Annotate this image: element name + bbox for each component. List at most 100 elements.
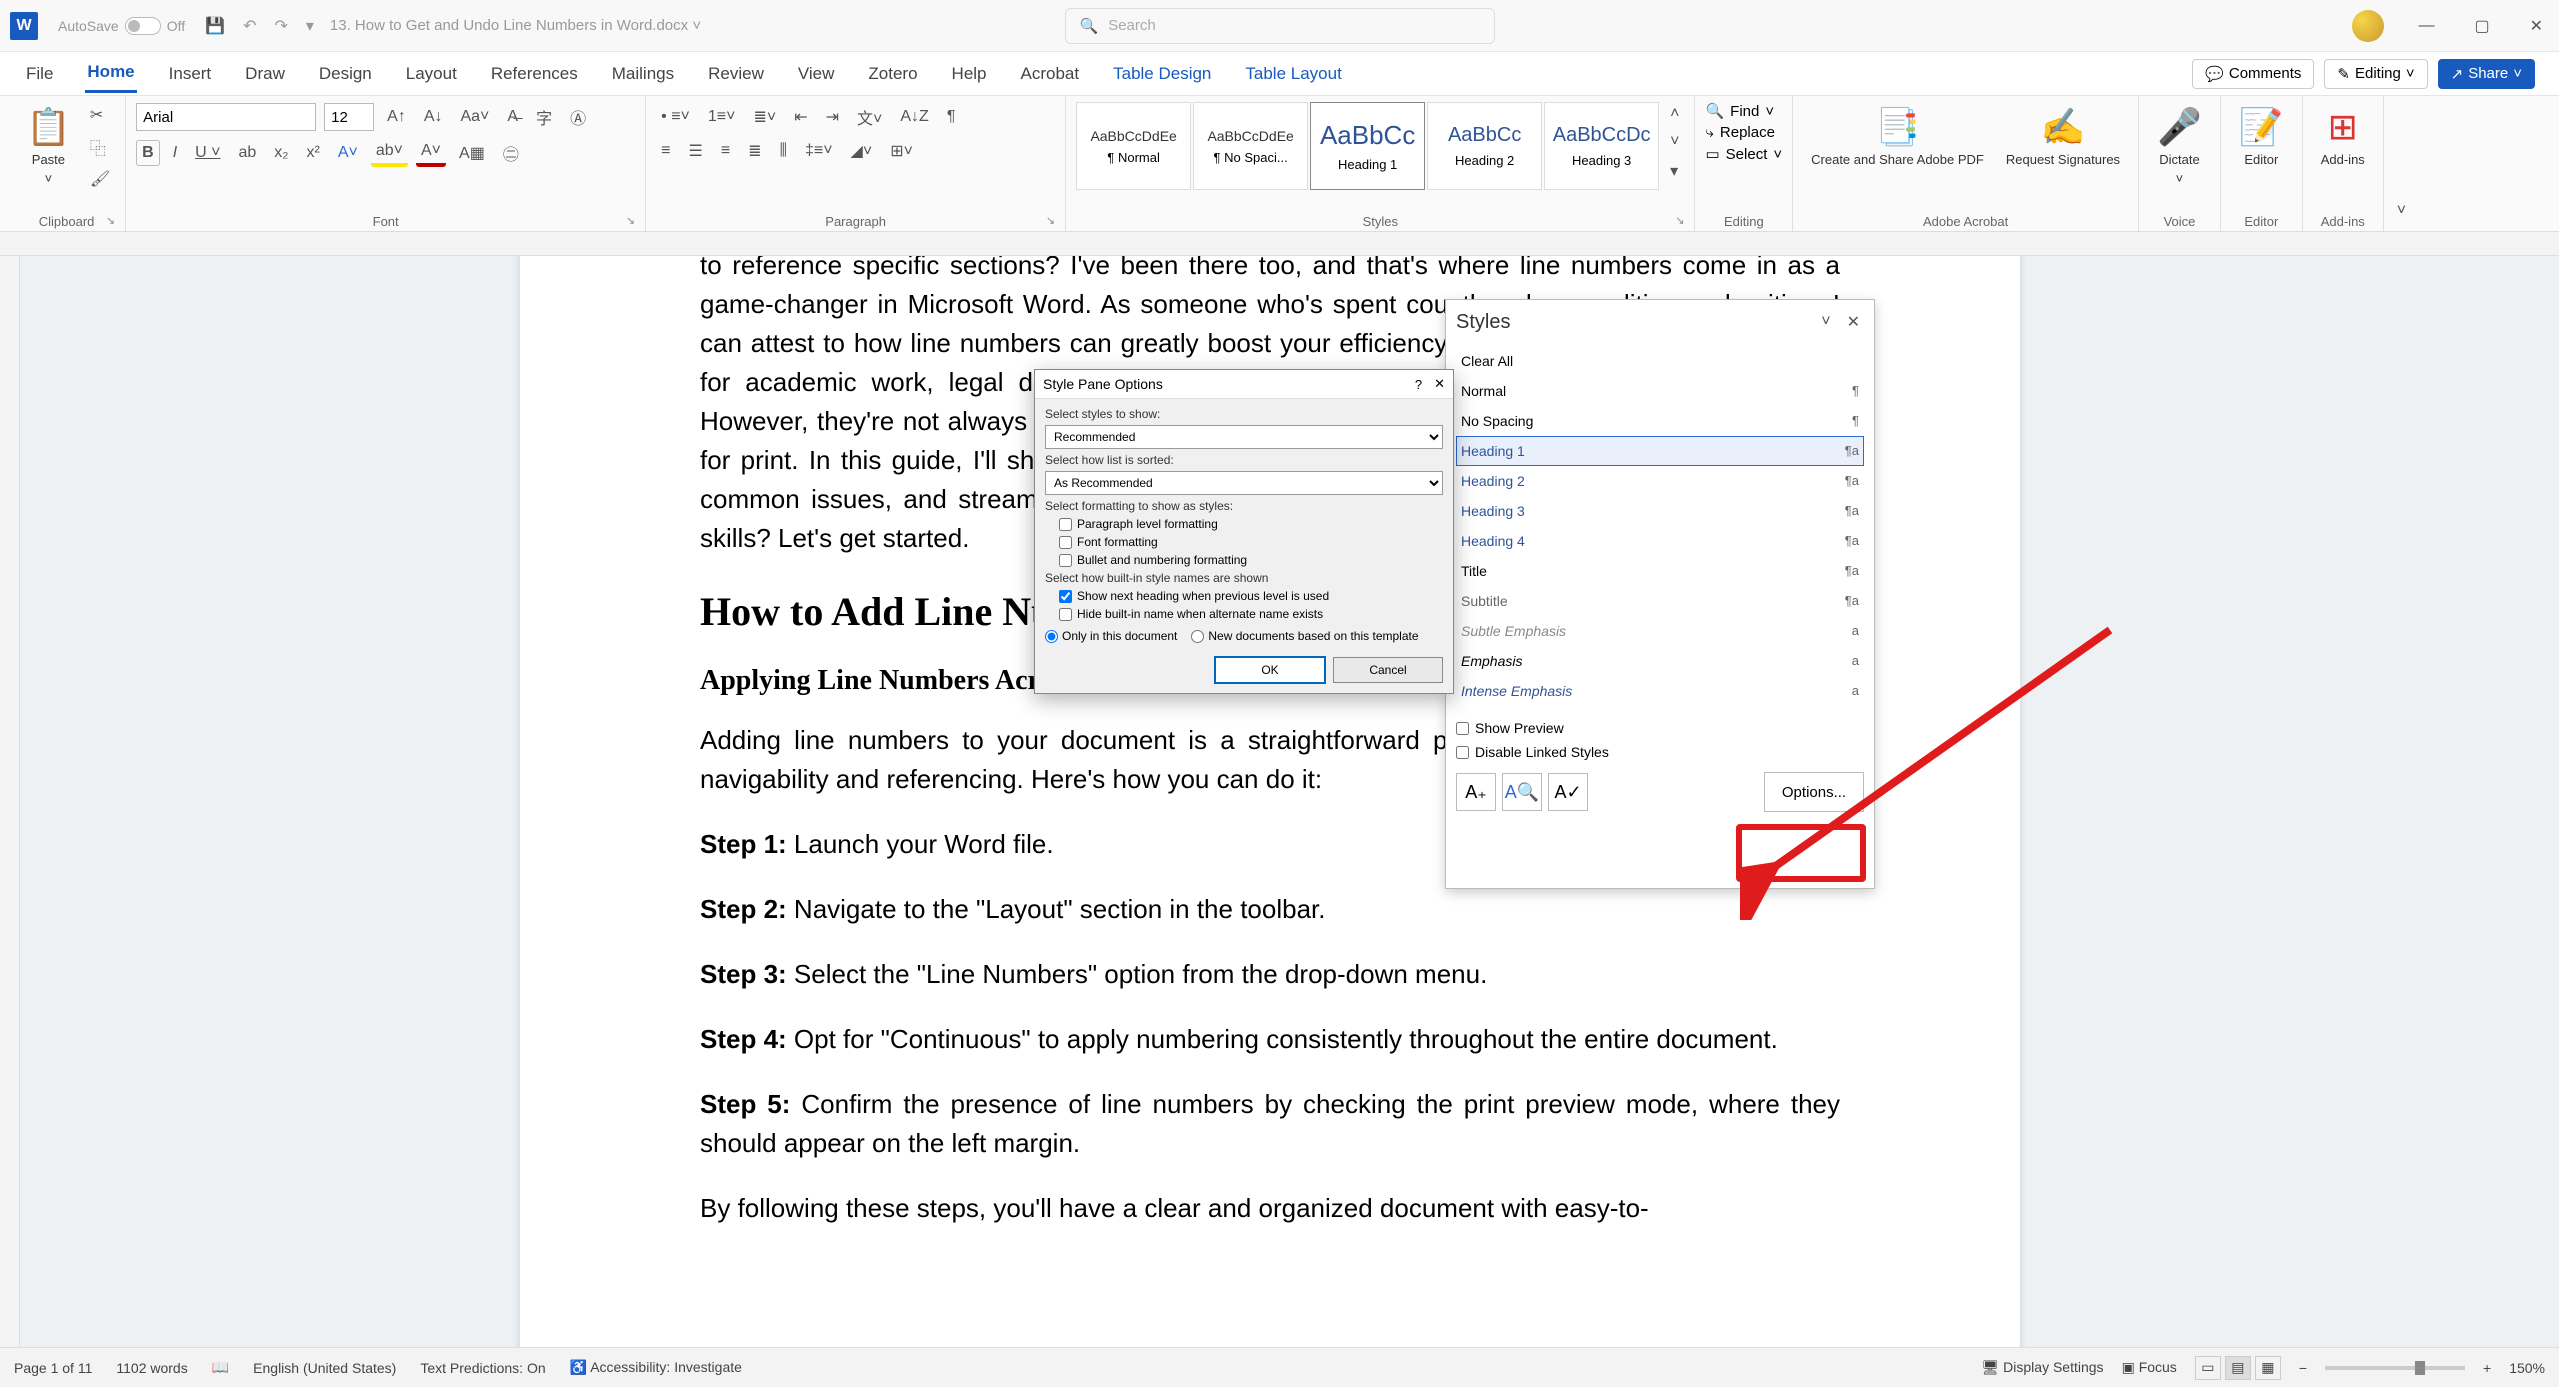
check-hide-builtin[interactable]: Hide built-in name when alternate name e… bbox=[1045, 607, 1443, 621]
dialog-close-icon[interactable]: ✕ bbox=[1434, 376, 1445, 392]
style-list-item[interactable]: Title¶a bbox=[1456, 556, 1864, 586]
character-shading-icon[interactable]: A▦ bbox=[454, 140, 490, 166]
doc-step[interactable]: Step 5: Confirm the presence of line num… bbox=[700, 1085, 1840, 1163]
font-launcher-icon[interactable]: ↘ bbox=[626, 214, 635, 227]
display-settings[interactable]: 🖥 Display Settings bbox=[1982, 1359, 2104, 1376]
search-box[interactable]: 🔍 Search bbox=[1065, 8, 1495, 44]
addins-button[interactable]: ⊞Add-ins bbox=[2313, 102, 2373, 171]
format-painter-icon[interactable]: 🖌 bbox=[85, 166, 115, 192]
check-bullet-formatting[interactable]: Bullet and numbering formatting bbox=[1045, 553, 1443, 567]
style-list-item[interactable]: Heading 4¶a bbox=[1456, 526, 1864, 556]
cut-icon[interactable]: ✂ bbox=[85, 102, 115, 128]
clipboard-launcher-icon[interactable]: ↘ bbox=[106, 214, 115, 227]
create-pdf-button[interactable]: 📑Create and Share Adobe PDF bbox=[1803, 102, 1992, 172]
clear-formatting-icon[interactable]: A̶ bbox=[502, 105, 523, 129]
vertical-ruler[interactable] bbox=[0, 256, 20, 1347]
tab-table-design[interactable]: Table Design bbox=[1111, 56, 1213, 92]
dictate-button[interactable]: 🎤Dictate˅ bbox=[2149, 102, 2210, 190]
maximize-icon[interactable]: ▢ bbox=[2468, 10, 2495, 42]
style-clear-all[interactable]: Clear All bbox=[1456, 346, 1864, 376]
doc-paragraph[interactable]: By following these steps, you'll have a … bbox=[700, 1189, 1840, 1228]
page-indicator[interactable]: Page 1 of 11 bbox=[14, 1360, 92, 1376]
tab-layout[interactable]: Layout bbox=[404, 56, 459, 92]
style-list-item[interactable]: Emphasisa bbox=[1456, 646, 1864, 676]
save-icon[interactable]: 💾 bbox=[205, 16, 225, 36]
tab-home[interactable]: Home bbox=[85, 54, 136, 93]
superscript-button[interactable]: x² bbox=[302, 141, 325, 165]
line-spacing-icon[interactable]: ‡≡˅ bbox=[800, 139, 838, 163]
paragraph-launcher-icon[interactable]: ↘ bbox=[1046, 214, 1055, 227]
ok-button[interactable]: OK bbox=[1215, 657, 1325, 683]
underline-button[interactable]: U ˅ bbox=[190, 141, 225, 165]
align-right-icon[interactable]: ≡ bbox=[716, 139, 735, 163]
text-effects-icon[interactable]: A˅ bbox=[333, 141, 363, 165]
replace-button[interactable]: ⤷ Replace bbox=[1705, 124, 1782, 141]
tab-review[interactable]: Review bbox=[706, 56, 766, 92]
disable-linked-checkbox[interactable]: Disable Linked Styles bbox=[1456, 744, 1864, 760]
styles-scroll-up-icon[interactable]: ˄ bbox=[1665, 102, 1684, 126]
dialog-help-icon[interactable]: ? bbox=[1415, 377, 1422, 392]
tab-zotero[interactable]: Zotero bbox=[866, 56, 919, 92]
close-pane-icon[interactable]: ✕ bbox=[1843, 308, 1864, 336]
select-button[interactable]: ▭ Select ˅ bbox=[1705, 145, 1782, 163]
align-left-icon[interactable]: ≡ bbox=[656, 139, 675, 163]
spell-check-icon[interactable]: 📖 bbox=[212, 1359, 229, 1376]
style-list-item[interactable]: Subtle Emphasisa bbox=[1456, 616, 1864, 646]
justify-icon[interactable]: ≣ bbox=[743, 138, 766, 164]
shrink-font-icon[interactable]: A↓ bbox=[419, 105, 448, 129]
align-center-icon[interactable]: ☰ bbox=[683, 138, 707, 164]
bullets-icon[interactable]: • ≡˅ bbox=[656, 105, 695, 129]
styles-more-icon[interactable]: ▾ bbox=[1665, 158, 1684, 184]
sort-select[interactable]: As Recommended bbox=[1045, 471, 1443, 495]
print-layout-icon[interactable]: ▤ bbox=[2225, 1356, 2251, 1380]
accessibility-status[interactable]: ♿ Accessibility: Investigate bbox=[570, 1359, 742, 1376]
style-heading-3[interactable]: AaBbCcDcHeading 3 bbox=[1544, 102, 1659, 190]
zoom-slider[interactable] bbox=[2325, 1366, 2465, 1370]
phonetic-guide-icon[interactable]: 字 bbox=[531, 102, 557, 132]
increase-indent-icon[interactable]: ⇥ bbox=[821, 104, 844, 130]
new-style-button[interactable]: A₊ bbox=[1456, 773, 1496, 811]
text-predictions[interactable]: Text Predictions: On bbox=[420, 1360, 545, 1376]
tab-acrobat[interactable]: Acrobat bbox=[1019, 56, 1082, 92]
tab-file[interactable]: File bbox=[24, 56, 55, 92]
tab-design[interactable]: Design bbox=[317, 56, 374, 92]
autosave-toggle[interactable]: AutoSave Off bbox=[58, 17, 185, 35]
minimize-icon[interactable]: — bbox=[2412, 11, 2440, 41]
tab-insert[interactable]: Insert bbox=[167, 56, 214, 92]
styles-gallery[interactable]: AaBbCcDdEe¶ Normal AaBbCcDdEe¶ No Spaci.… bbox=[1076, 102, 1659, 190]
character-border-icon[interactable]: Ⓐ bbox=[565, 102, 591, 132]
style-list-item[interactable]: Intense Emphasisa bbox=[1456, 676, 1864, 706]
tab-view[interactable]: View bbox=[796, 56, 837, 92]
doc-step[interactable]: Step 4: Opt for "Continuous" to apply nu… bbox=[700, 1020, 1840, 1059]
chevron-down-icon[interactable]: ˅ bbox=[1817, 309, 1834, 335]
read-mode-icon[interactable]: ▭ bbox=[2195, 1356, 2221, 1380]
style-list-item[interactable]: Normal¶ bbox=[1456, 376, 1864, 406]
editor-button[interactable]: 📝Editor bbox=[2231, 102, 2292, 171]
undo-icon[interactable]: ↶ bbox=[243, 16, 256, 36]
manage-styles-button[interactable]: A✓ bbox=[1548, 773, 1588, 811]
enclose-characters-icon[interactable]: ㊁ bbox=[498, 138, 524, 168]
style-normal[interactable]: AaBbCcDdEe¶ Normal bbox=[1076, 102, 1191, 190]
check-show-next-heading[interactable]: Show next heading when previous level is… bbox=[1045, 589, 1443, 603]
distributed-icon[interactable]: ⫼ bbox=[775, 139, 792, 163]
find-button[interactable]: 🔍 Find ˅ bbox=[1705, 102, 1782, 120]
style-list-item[interactable]: Heading 3¶a bbox=[1456, 496, 1864, 526]
paste-button[interactable]: 📋 Paste˅ bbox=[18, 102, 79, 190]
multilevel-icon[interactable]: ≣˅ bbox=[748, 104, 781, 130]
italic-button[interactable]: I bbox=[168, 141, 182, 165]
tab-table-layout[interactable]: Table Layout bbox=[1243, 56, 1343, 92]
document-title[interactable]: 13. How to Get and Undo Line Numbers in … bbox=[330, 17, 701, 34]
sort-icon[interactable]: A↓Z bbox=[895, 105, 933, 129]
show-hide-icon[interactable]: ¶ bbox=[942, 105, 961, 129]
language-indicator[interactable]: English (United States) bbox=[253, 1360, 396, 1376]
zoom-out-icon[interactable]: − bbox=[2299, 1360, 2307, 1376]
zoom-in-icon[interactable]: + bbox=[2483, 1360, 2491, 1376]
focus-mode[interactable]: ▣ Focus bbox=[2122, 1359, 2177, 1376]
numbering-icon[interactable]: 1≡˅ bbox=[703, 105, 741, 129]
doc-step[interactable]: Step 3: Select the "Line Numbers" option… bbox=[700, 955, 1840, 994]
cancel-button[interactable]: Cancel bbox=[1333, 657, 1443, 683]
styles-launcher-icon[interactable]: ↘ bbox=[1675, 214, 1684, 227]
radio-only-this-doc[interactable]: Only in this document bbox=[1045, 629, 1177, 643]
styles-scroll-down-icon[interactable]: ˅ bbox=[1665, 130, 1684, 154]
font-size-input[interactable] bbox=[324, 103, 374, 131]
